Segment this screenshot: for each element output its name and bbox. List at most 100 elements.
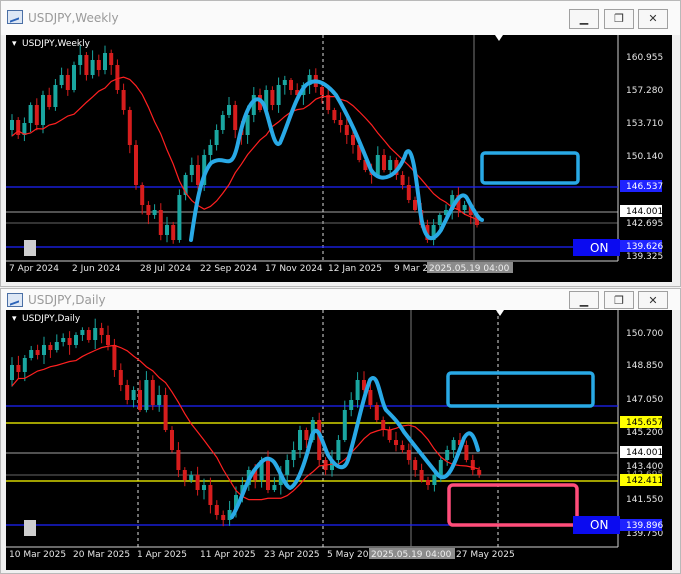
candle-body <box>338 120 343 125</box>
daily-scroll-marker[interactable] <box>24 520 36 536</box>
candle-body <box>214 130 219 145</box>
minimize-button[interactable]: ▁ <box>569 291 599 309</box>
daily-price-label: 150.700 <box>626 329 663 339</box>
candle-body <box>304 430 309 440</box>
weekly-chart-area[interactable]: ON 160.955 157.280 153.710 150.140 146.5… <box>6 35 672 282</box>
candle-body <box>406 185 411 200</box>
candle-body <box>54 342 59 350</box>
maximize-button[interactable]: ❐ <box>604 9 634 29</box>
candle-body <box>387 430 392 440</box>
candle-body <box>96 60 101 70</box>
candle-body <box>464 445 469 460</box>
candle-body <box>266 460 270 490</box>
daily-title-bar[interactable]: USDJPY,Daily ▁ ❐ ✕ <box>1 289 680 310</box>
daily-chart-label: USDJPY,Daily <box>22 314 81 324</box>
candle-body <box>131 390 136 400</box>
candle-body <box>419 470 424 480</box>
candle-body <box>99 328 104 335</box>
weekly-target-box <box>480 151 580 185</box>
candle-body <box>78 55 83 65</box>
weekly-chart-window: USDJPY,Weekly ▁ ❐ ✕ ON 160.955 157.280 1… <box>0 0 681 287</box>
candle-body <box>34 105 39 125</box>
daily-cursor-time: 2025.05.19 04:00 <box>371 550 452 560</box>
candle-body <box>59 75 64 85</box>
daily-yellow-upper-label: 145.657 <box>626 418 663 428</box>
candle-body <box>368 390 373 405</box>
candle-body <box>48 345 53 350</box>
minimize-button[interactable]: ▁ <box>569 9 599 29</box>
maximize-button[interactable]: ❐ <box>604 291 634 309</box>
candle-body <box>462 205 467 210</box>
candle-body <box>289 80 293 90</box>
candle-body <box>326 95 331 110</box>
daily-symbol-arrow: ▾ <box>12 314 17 324</box>
candle-body <box>72 65 76 90</box>
candle-body <box>208 145 213 155</box>
candle-body <box>382 155 386 170</box>
candle-body <box>220 115 225 130</box>
candle-body <box>171 225 176 240</box>
candle-body <box>451 440 456 450</box>
daily-pattern-curve <box>230 376 480 519</box>
candle-body <box>150 380 155 405</box>
candle-body <box>349 400 354 410</box>
candle-body <box>10 365 14 380</box>
weekly-blue-level-label: 146.537 <box>626 182 663 192</box>
candle-body <box>413 200 417 210</box>
daily-time-label: 11 Apr 2025 <box>200 550 256 560</box>
close-button[interactable]: ✕ <box>638 291 668 309</box>
candle-body <box>152 210 157 215</box>
candle-body <box>227 105 231 115</box>
candle-body <box>41 95 45 125</box>
candle-body <box>177 195 182 240</box>
weekly-on-level-label: 139.626 <box>626 242 663 252</box>
weekly-scroll-marker[interactable] <box>24 240 36 256</box>
candle-body <box>437 215 442 225</box>
candle-body <box>140 185 145 205</box>
candle-body <box>28 105 33 123</box>
daily-time-label: 5 May 20 <box>327 550 369 560</box>
candle-body <box>109 53 114 65</box>
candle-body <box>115 65 120 90</box>
weekly-price-label: 139.325 <box>626 252 663 262</box>
daily-target-box-upper <box>446 371 595 408</box>
candle-body <box>157 395 162 405</box>
candle-body <box>336 440 341 460</box>
candle-body <box>214 505 219 515</box>
candle-body <box>282 80 287 85</box>
candle-body <box>388 160 393 170</box>
candle-body <box>285 460 290 475</box>
candle-body <box>406 450 411 460</box>
weekly-chart-label: USDJPY,Weekly <box>22 39 91 49</box>
daily-time-label: 10 Mar 2025 <box>9 550 66 560</box>
candle-body <box>196 165 200 185</box>
weekly-title-bar[interactable]: USDJPY,Weekly ▁ ❐ ✕ <box>1 1 680 35</box>
candle-body <box>22 358 27 372</box>
candle-body <box>144 380 149 410</box>
candle-body <box>176 450 181 470</box>
candle-body <box>42 345 46 355</box>
candle-body <box>86 330 91 340</box>
daily-chart-area[interactable]: ON 150.700 148.850 147.050 145.200 143.4… <box>6 310 672 570</box>
candle-body <box>400 445 405 450</box>
candle-body <box>163 395 168 430</box>
candle-body <box>413 460 418 470</box>
candle-body <box>10 120 14 130</box>
daily-time-label: 23 Apr 2025 <box>264 550 320 560</box>
candle-body <box>112 345 117 370</box>
daily-chart-window: USDJPY,Daily ▁ ❐ ✕ ON 150.700 148.850 14… <box>0 288 681 574</box>
candle-body <box>375 155 380 175</box>
weekly-price-label: 160.955 <box>626 53 663 63</box>
candle-body <box>84 55 89 75</box>
daily-target-box-lower <box>447 483 579 527</box>
candle-body <box>400 175 405 185</box>
candle-body <box>29 350 34 358</box>
daily-on-level-label: 139.896 <box>626 521 663 531</box>
close-button[interactable]: ✕ <box>638 9 668 29</box>
candle-body <box>298 430 302 450</box>
candle-body <box>332 110 337 120</box>
candle-body <box>121 90 126 110</box>
candle-body <box>195 475 200 490</box>
candle-body <box>320 87 324 95</box>
candle-body <box>394 440 398 445</box>
